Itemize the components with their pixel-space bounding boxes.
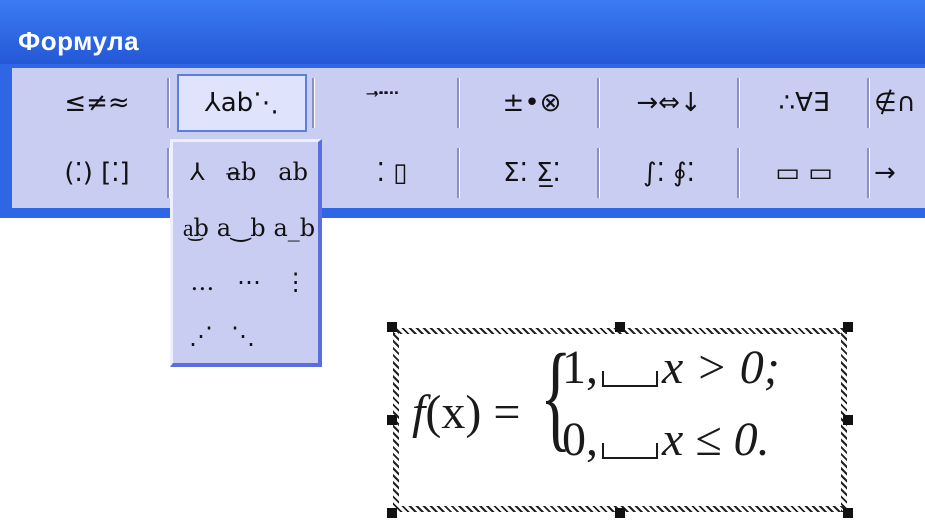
fences-palette-button[interactable]: (⁚) [⁚]: [32, 144, 162, 202]
set-theory-palette-button[interactable]: ∉∩: [874, 74, 925, 132]
window-title: Формула: [18, 26, 140, 56]
underbar-overbar-palette-button[interactable]: ▭ ▭: [744, 144, 864, 202]
embellishments-palette-button[interactable]: ⃗ ⃛ ⃜: [322, 74, 452, 132]
separator: [737, 78, 740, 128]
resize-handle-right[interactable]: [843, 415, 853, 425]
function-name: f: [412, 386, 426, 439]
function-argument: (x) =: [425, 386, 521, 439]
formula-toolbar-window: Формула ≤≠≈ ⅄ab⋱ ⃗ ⃛ ⃜ ±•⊗ →⇔↓ ∴∀∃ ∉∩ (⁚…: [0, 0, 925, 218]
quad-space-item[interactable]: a‿b: [217, 214, 266, 242]
space-placeholder: [602, 371, 658, 387]
operators-palette-button[interactable]: ±•⊗: [467, 74, 597, 132]
separator: [737, 148, 740, 198]
logic-palette-button[interactable]: ∴∀∃: [744, 74, 864, 132]
resize-handle-bottom-right[interactable]: [843, 508, 853, 518]
one-point-space-item[interactable]: a̶b: [227, 158, 257, 186]
resize-handle-bottom-left[interactable]: [387, 508, 397, 518]
separator: [457, 148, 460, 198]
palette-area: ≤≠≈ ⅄ab⋱ ⃗ ⃛ ⃜ ±•⊗ →⇔↓ ∴∀∃ ∉∩ (⁚) [⁚] ⁚ …: [12, 68, 925, 208]
dropdown-row-4: ⋰ ⋱: [179, 312, 329, 360]
palette-row-1: ≤≠≈ ⅄ab⋱ ⃗ ⃛ ⃜ ±•⊗ →⇔↓ ∴∀∃ ∉∩: [12, 68, 925, 138]
summation-palette-button[interactable]: Σ⁚ Σ̲⁚: [467, 144, 597, 202]
separator: [312, 78, 315, 128]
separator: [597, 148, 600, 198]
space-placeholder: [602, 443, 658, 459]
baseline-ellipsis-item[interactable]: …: [190, 268, 214, 296]
spaces-dots-dropdown: ⅄ a̶b ab a͜b a‿b a_b … ⋯ ⋮ ⋰ ⋱: [170, 139, 322, 367]
up-diagonal-ellipsis-item[interactable]: ⋰: [189, 322, 213, 350]
formula-case-1: 1, x > 0;: [562, 340, 780, 395]
midline-ellipsis-item[interactable]: ⋯: [237, 268, 261, 296]
thick-space-item[interactable]: a͜b: [183, 214, 209, 243]
separator: [167, 78, 170, 128]
case-1-condition: x > 0;: [662, 341, 780, 394]
palette-row-2: (⁚) [⁚] ⁚ ▯ Σ⁚ Σ̲⁚ ∫⁚ ∮⁚ ▭ ▭ →: [12, 138, 925, 208]
wide-space-item[interactable]: a_b: [273, 214, 315, 242]
arrows-palette-button[interactable]: →⇔↓: [604, 74, 734, 132]
separator: [867, 148, 870, 198]
thin-space-item[interactable]: ab: [278, 158, 308, 186]
labeled-arrows-palette-button[interactable]: →: [874, 144, 925, 202]
zero-space-item[interactable]: ⅄: [190, 158, 205, 186]
separator: [457, 78, 460, 128]
spaces-dots-palette-button[interactable]: ⅄ab⋱: [177, 74, 307, 132]
case-2-value: 0,: [562, 413, 598, 466]
subscript-palette-button[interactable]: ⁚ ▯: [332, 144, 452, 202]
formula-lhs: f(x) =: [412, 385, 520, 440]
dropdown-row-2: a͜b a‿b a_b: [179, 204, 319, 252]
resize-handle-top-left[interactable]: [387, 322, 397, 332]
formula-case-2: 0, x ≤ 0.: [562, 412, 770, 467]
resize-handle-bottom[interactable]: [615, 508, 625, 518]
relations-palette-button[interactable]: ≤≠≈: [32, 74, 162, 132]
case-1-value: 1,: [562, 341, 598, 394]
resize-handle-top[interactable]: [615, 322, 625, 332]
title-bar[interactable]: Формула: [0, 0, 925, 64]
dropdown-row-3: … ⋯ ⋮: [179, 258, 319, 306]
vertical-ellipsis-item[interactable]: ⋮: [284, 268, 308, 296]
resize-handle-left[interactable]: [387, 415, 397, 425]
resize-handle-top-right[interactable]: [843, 322, 853, 332]
down-diagonal-ellipsis-item[interactable]: ⋱: [231, 322, 255, 350]
separator: [867, 78, 870, 128]
integrals-palette-button[interactable]: ∫⁚ ∮⁚: [604, 144, 734, 202]
separator: [597, 78, 600, 128]
case-2-condition: x ≤ 0.: [662, 413, 770, 466]
dropdown-row-1: ⅄ a̶b ab: [179, 148, 319, 196]
